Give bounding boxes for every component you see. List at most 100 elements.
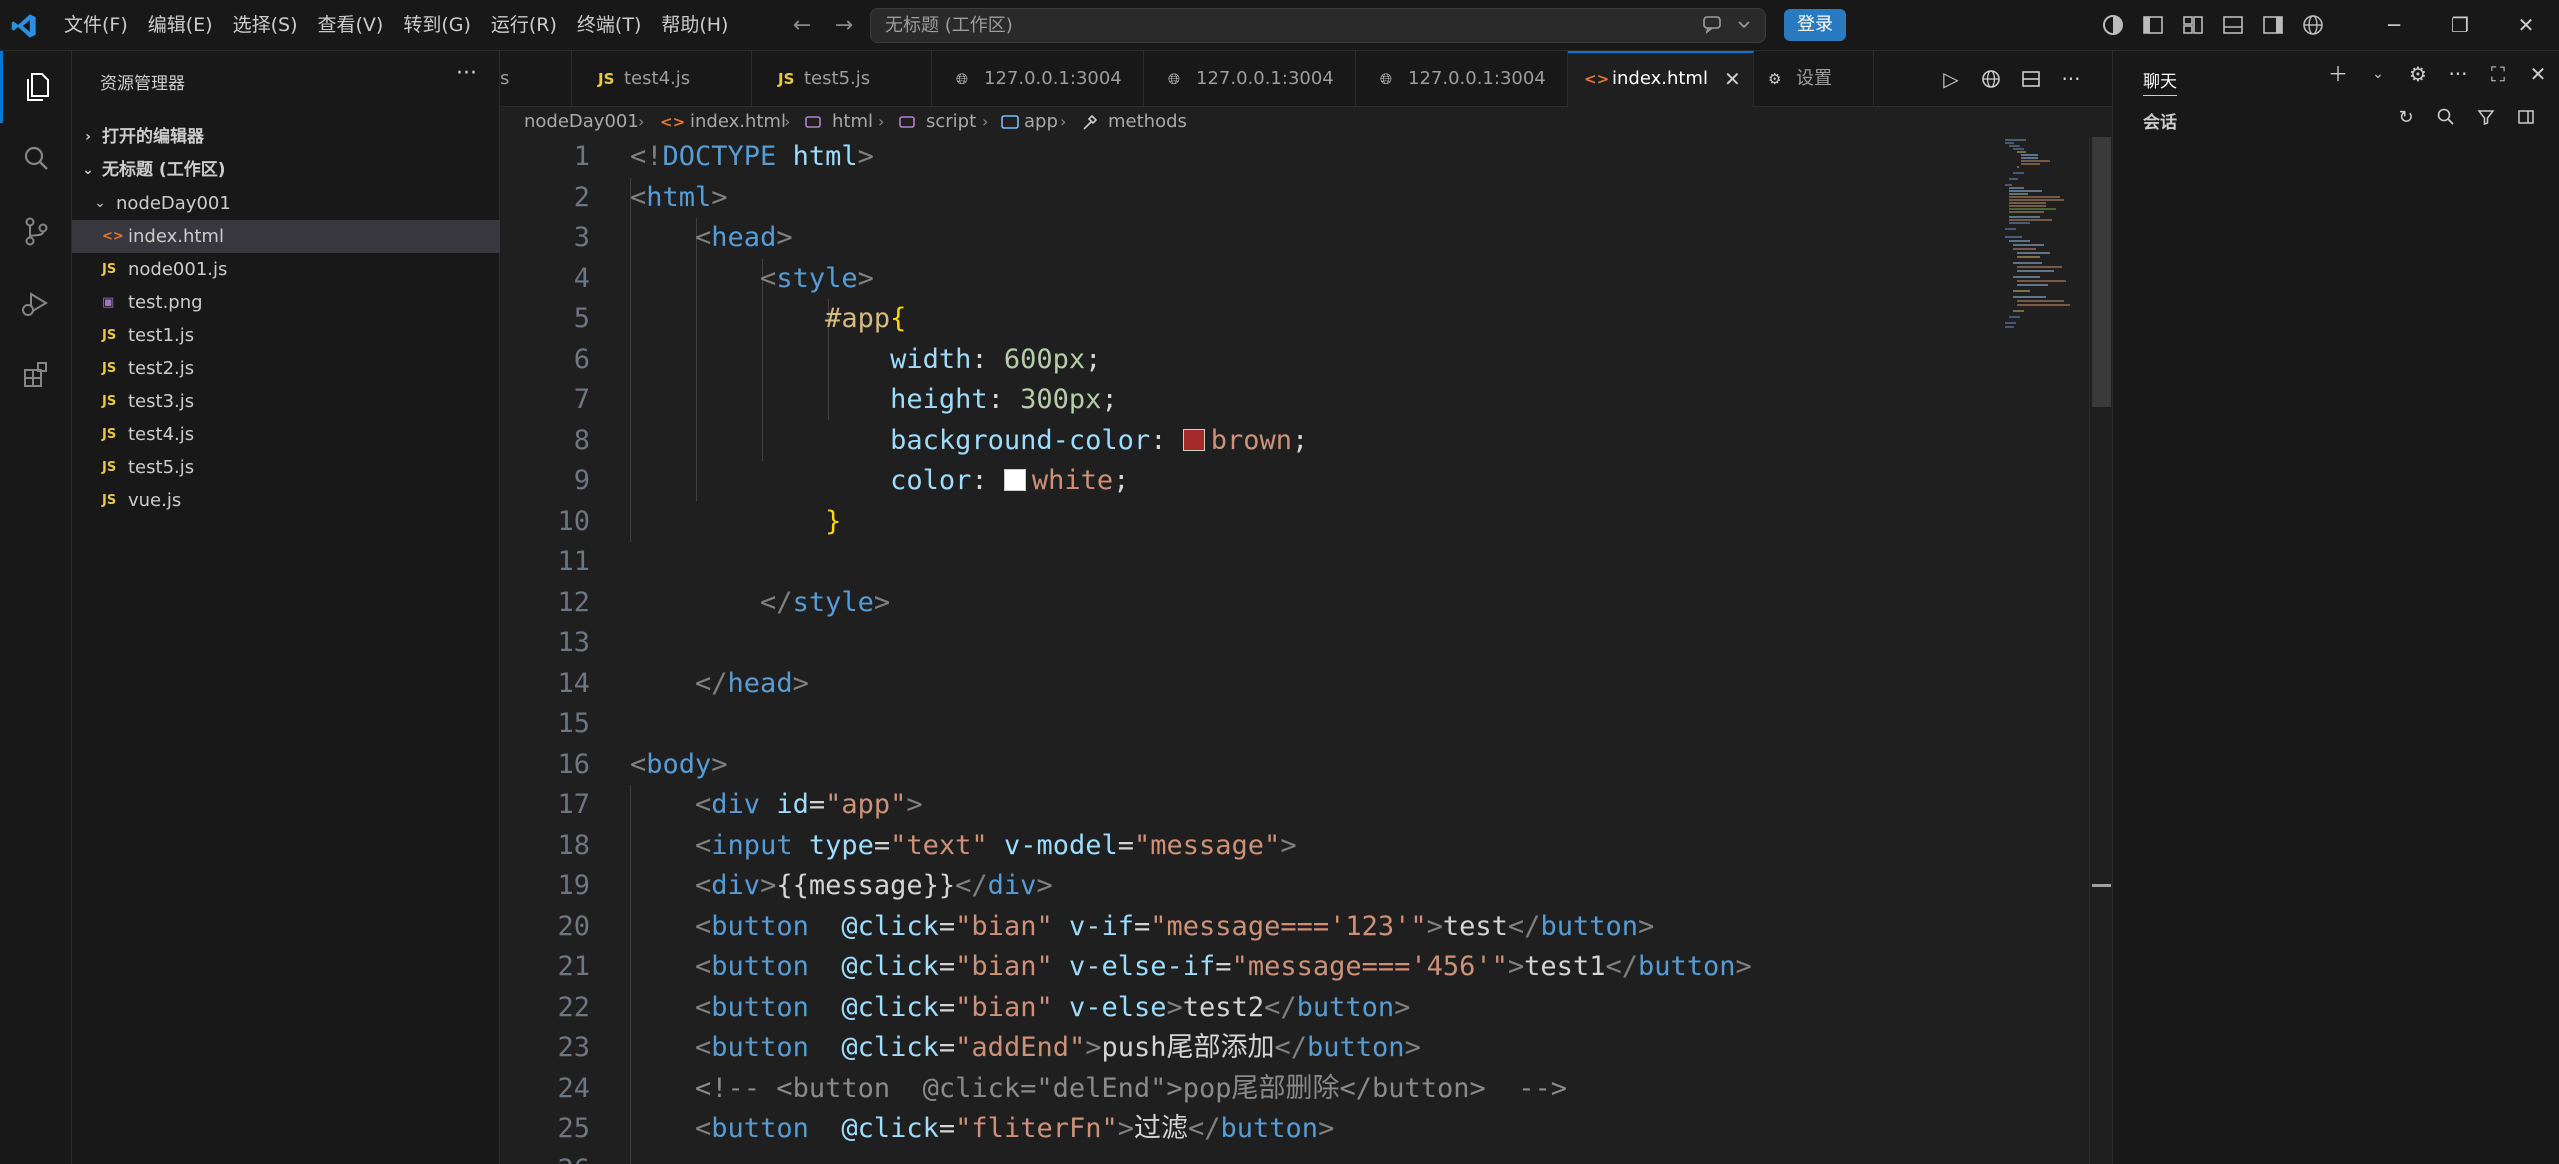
file-item-node001-js[interactable]: JS node001.js — [72, 253, 500, 286]
chevron-right-icon: › — [85, 129, 91, 145]
copilot-icon[interactable] — [2100, 12, 2126, 38]
file-item-test4-js[interactable]: JS test4.js — [72, 418, 500, 451]
tab-browser-1[interactable]: 🌐︎ 127.0.0.1:3004 — [932, 51, 1144, 107]
close-icon[interactable]: ✕ — [2527, 63, 2549, 85]
line-number: 18 — [557, 829, 590, 861]
vscode-logo-icon[interactable] — [10, 12, 38, 40]
more-actions-icon[interactable]: ··· — [456, 61, 477, 86]
globe-icon[interactable] — [2300, 12, 2326, 38]
explorer-icon[interactable] — [0, 51, 72, 123]
minimize-icon[interactable]: ─ — [2361, 0, 2427, 51]
search-icon[interactable] — [2435, 107, 2457, 129]
menu-help[interactable]: 帮助(H) — [651, 0, 738, 51]
split-editor-icon[interactable] — [2020, 68, 2042, 90]
menu-view[interactable]: 查看(V) — [308, 0, 394, 51]
color-swatch[interactable] — [1182, 428, 1205, 451]
folder-node-day001[interactable]: ⌄ nodeDay001 — [72, 187, 500, 220]
close-window-icon[interactable]: ✕ — [2493, 0, 2559, 51]
file-label: test3.js — [128, 391, 195, 412]
tab-settings[interactable]: ⚙ 设置 — [1754, 51, 1874, 107]
filter-icon[interactable] — [2475, 107, 2497, 129]
settings-icon[interactable]: ⚙ — [2407, 63, 2429, 85]
file-item-test1-js[interactable]: JS test1.js — [72, 319, 500, 352]
toggle-primary-sidebar-icon[interactable] — [2140, 12, 2166, 38]
menu-edit[interactable]: 编辑(E) — [138, 0, 223, 51]
line-number: 15 — [557, 708, 590, 739]
js-file-icon: JS — [102, 460, 117, 475]
extensions-icon[interactable] — [0, 339, 72, 411]
chevron-down-icon[interactable] — [1731, 13, 1757, 39]
breadcrumb-methods[interactable]: methods — [1108, 107, 1187, 137]
menu-terminal[interactable]: 终端(T) — [567, 0, 651, 51]
breadcrumb-app[interactable]: app — [1024, 107, 1058, 137]
menu-run[interactable]: 运行(R) — [481, 0, 567, 51]
new-chat-plus-icon[interactable]: ＋ — [2327, 63, 2349, 85]
chat-title[interactable]: 聊天 — [2143, 67, 2177, 96]
sidebar-title: 资源管理器 — [100, 74, 185, 94]
file-item-test2-js[interactable]: JS test2.js — [72, 352, 500, 385]
more-actions-icon[interactable]: ··· — [2447, 63, 2469, 85]
code-editor[interactable]: 1 <!DOCTYPE html> 2 <html> 3 <head> 4 <sty… — [500, 137, 2089, 1164]
tab-index-html[interactable]: <> index.html ✕ — [1568, 51, 1754, 107]
source-control-icon[interactable] — [0, 195, 72, 267]
vertical-scrollbar[interactable] — [2089, 137, 2112, 1164]
run-debug-icon[interactable] — [0, 267, 72, 339]
breadcrumb-folder[interactable]: nodeDay001 — [524, 107, 639, 137]
command-center[interactable]: 无标题 (工作区) — [870, 8, 1766, 43]
js-file-icon: JS — [102, 493, 117, 508]
file-item-test-png[interactable]: ▣ test.png — [72, 286, 500, 319]
back-arrow-icon[interactable]: ← — [788, 12, 816, 40]
menu-selection[interactable]: 选择(S) — [223, 0, 308, 51]
file-item-vue-js[interactable]: JS vue.js — [72, 484, 500, 517]
editor-actions: ▷ ··· — [1940, 51, 2082, 107]
line-number: 23 — [557, 1032, 590, 1063]
file-item-test3-js[interactable]: JS test3.js — [72, 385, 500, 418]
close-tab-icon[interactable]: ✕ — [1724, 53, 1741, 105]
breadcrumb-file[interactable]: index.html — [690, 107, 786, 137]
toggle-panel-icon[interactable] — [2220, 12, 2246, 38]
toggle-sidebar-icon[interactable] — [2515, 107, 2537, 129]
breadcrumb-script[interactable]: script — [926, 107, 976, 137]
code-line: 19 <div>{{message}}</div> — [500, 866, 2089, 907]
tab-browser-3[interactable]: 🌐︎ 127.0.0.1:3004 — [1356, 51, 1568, 107]
copilot-chat-icon[interactable] — [1699, 13, 1725, 39]
code-line: 13 — [500, 623, 2089, 664]
chevron-down-icon[interactable]: ⌄ — [2367, 63, 2389, 85]
restore-icon[interactable]: ❐ — [2427, 0, 2493, 51]
file-label: test2.js — [128, 358, 195, 379]
chat-panel: 聊天 ＋ ⌄ ⚙ ··· ⛶ ✕ 会话 ↻ — [2112, 51, 2559, 1164]
open-editors-section[interactable]: › 打开的编辑器 — [72, 121, 500, 154]
session-actions: ↻ — [2395, 107, 2537, 129]
maximize-icon[interactable]: ⛶ — [2487, 63, 2509, 85]
toggle-secondary-sidebar-icon[interactable] — [2260, 12, 2286, 38]
menu-go[interactable]: 转到(G) — [393, 0, 481, 51]
breadcrumb-html[interactable]: html — [832, 107, 873, 137]
tab-test5-js[interactable]: JS test5.js — [752, 51, 932, 107]
menu-file[interactable]: 文件(F) — [54, 0, 138, 51]
refresh-icon[interactable]: ↻ — [2395, 107, 2417, 129]
code-line: 7 height: 300px; — [500, 380, 2089, 421]
line-number: 19 — [557, 870, 590, 901]
tab-browser-2[interactable]: 🌐︎ 127.0.0.1:3004 — [1144, 51, 1356, 107]
code-line: 17 <div id="app"> — [500, 785, 2089, 826]
scrollbar-thumb[interactable] — [2092, 137, 2111, 407]
open-preview-globe-icon[interactable] — [1980, 68, 2002, 90]
workspace-section[interactable]: ⌄ 无标题 (工作区) — [72, 154, 500, 187]
code-line: 20 <button @click="bian" v-if="message==… — [500, 907, 2089, 948]
run-icon[interactable]: ▷ — [1940, 68, 1962, 90]
file-label: test1.js — [128, 325, 195, 346]
more-actions-icon[interactable]: ··· — [2060, 68, 2082, 90]
customize-layout-icon[interactable] — [2180, 12, 2206, 38]
forward-arrow-icon[interactable]: → — [830, 12, 858, 40]
minimap[interactable] — [2000, 137, 2089, 437]
file-item-index-html[interactable]: <> index.html — [72, 220, 500, 253]
login-button[interactable]: 登录 — [1784, 9, 1846, 41]
file-label: node001.js — [128, 259, 228, 280]
tab-truncated[interactable]: s — [500, 51, 572, 107]
file-item-test5-js[interactable]: JS test5.js — [72, 451, 500, 484]
color-swatch[interactable] — [1003, 469, 1026, 491]
js-file-icon: JS — [102, 328, 117, 343]
search-icon[interactable] — [0, 123, 72, 195]
line-number: 14 — [557, 667, 590, 699]
tab-test4-js[interactable]: JS test4.js — [572, 51, 752, 107]
